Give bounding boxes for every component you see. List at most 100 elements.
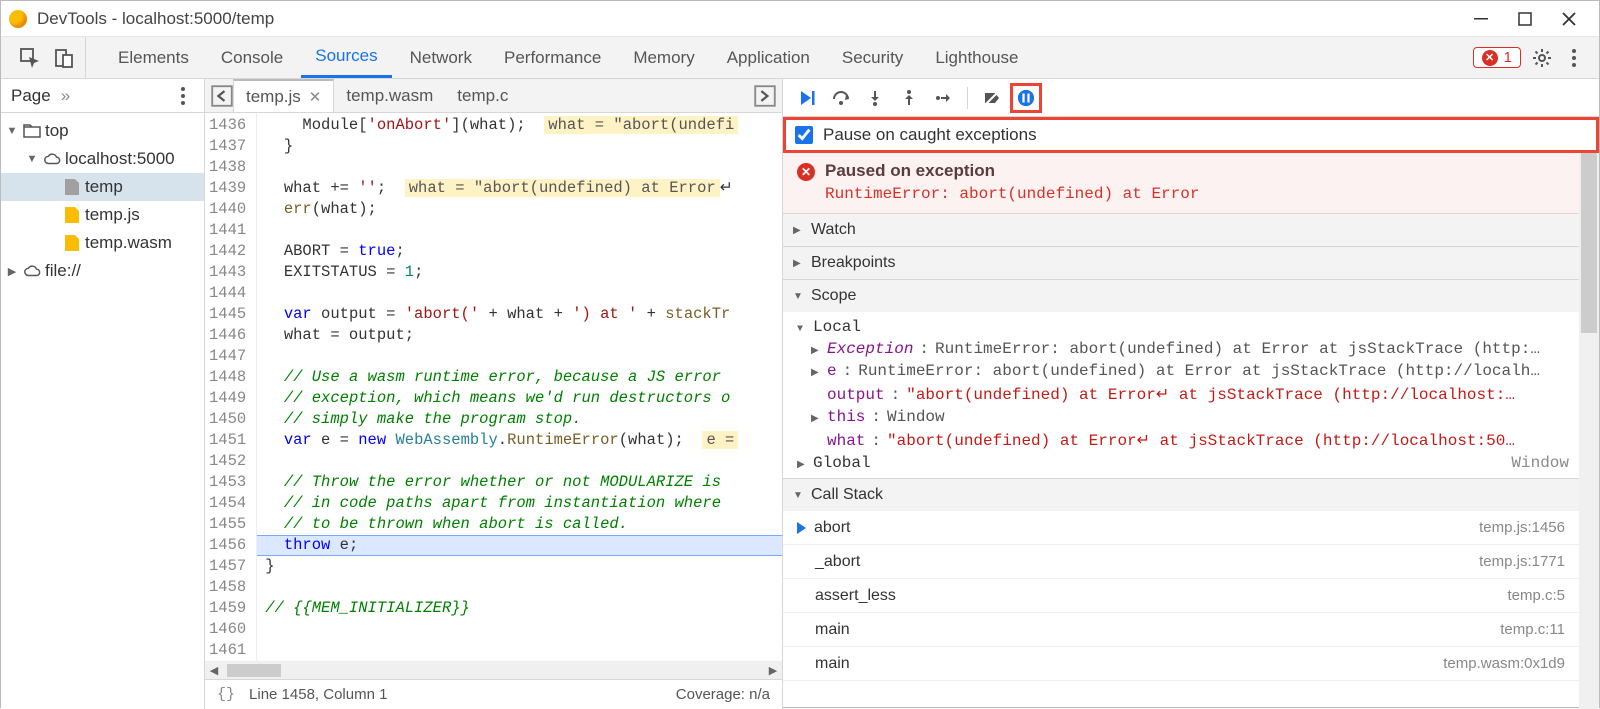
- editor-tab[interactable]: temp.wasm: [334, 79, 445, 112]
- pause-on-exceptions-button[interactable]: [1010, 83, 1042, 113]
- hscroll-thumb[interactable]: [227, 664, 281, 677]
- close-icon[interactable]: ✕: [309, 88, 322, 106]
- panel-tab-sources[interactable]: Sources: [301, 37, 391, 78]
- settings-gear-icon[interactable]: [1531, 47, 1553, 69]
- scope-global-value: Window: [1511, 454, 1569, 472]
- scope-variable-row[interactable]: ▶e: RuntimeError: abort(undefined) at Er…: [783, 360, 1579, 382]
- panel-tab-network[interactable]: Network: [396, 37, 486, 78]
- cursor-position: Line 1458, Column 1: [249, 686, 387, 703]
- navigator-more-icon[interactable]: [172, 85, 194, 107]
- panel-tab-security[interactable]: Security: [828, 37, 917, 78]
- tree-item-label: file://: [45, 261, 81, 281]
- frame-function: _abort: [815, 553, 860, 571]
- scope-global-label: Global: [813, 454, 871, 472]
- error-count-badge[interactable]: ✕ 1: [1473, 47, 1521, 68]
- watch-section[interactable]: ▶Watch: [783, 214, 1579, 247]
- inspect-element-icon[interactable]: [19, 47, 41, 69]
- resume-button[interactable]: [791, 83, 823, 113]
- callstack-frame[interactable]: maintemp.c:11: [783, 613, 1579, 647]
- panel-tab-memory[interactable]: Memory: [619, 37, 708, 78]
- editor-tab[interactable]: temp.c: [445, 79, 520, 112]
- tree-item[interactable]: ▼localhost:5000: [1, 145, 204, 173]
- callstack-frame[interactable]: _aborttemp.js:1771: [783, 545, 1579, 579]
- tree-item[interactable]: temp: [1, 173, 204, 201]
- scope-local-header[interactable]: ▼Local: [783, 316, 1579, 338]
- tree-item[interactable]: temp.wasm: [1, 229, 204, 257]
- scope-local-label: Local: [813, 318, 861, 336]
- editor-tab-label: temp.c: [457, 86, 508, 106]
- vscroll-thumb[interactable]: [1581, 153, 1597, 333]
- callstack-header[interactable]: ▼Call Stack: [783, 479, 1579, 511]
- panel-tab-application[interactable]: Application: [713, 37, 824, 78]
- panel-tab-console[interactable]: Console: [207, 37, 297, 78]
- debugger-vscrollbar[interactable]: [1579, 153, 1599, 709]
- callstack-section: ▼Call Stack aborttemp.js:1456_aborttemp.…: [783, 479, 1579, 681]
- navigator-title[interactable]: Page: [11, 86, 51, 106]
- callstack-frame[interactable]: aborttemp.js:1456: [783, 511, 1579, 545]
- tree-item[interactable]: temp.js: [1, 201, 204, 229]
- frame-location: temp.c:5: [1507, 587, 1565, 604]
- error-count: 1: [1504, 49, 1512, 66]
- window-title: DevTools - localhost:5000/temp: [37, 9, 1459, 29]
- panel-tab-performance[interactable]: Performance: [490, 37, 615, 78]
- scope-global-row[interactable]: ▶ Global Window: [783, 452, 1579, 474]
- scope-variable-row[interactable]: ▶this: Window: [783, 406, 1579, 428]
- device-toolbar-icon[interactable]: [53, 47, 75, 69]
- editor-tab-label: temp.wasm: [346, 86, 433, 106]
- paused-banner: ✕ Paused on exception RuntimeError: abor…: [783, 153, 1579, 214]
- frame-function: abort: [814, 519, 850, 537]
- code-lines[interactable]: Module['onAbort'](what); what = "abort(u…: [257, 113, 782, 661]
- step-out-button[interactable]: [893, 83, 925, 113]
- debugger-pane: Pause on caught exceptions ✕ Paused on e…: [783, 79, 1599, 709]
- step-over-button[interactable]: [825, 83, 857, 113]
- line-gutter: 1436143714381439144014411442144314441445…: [205, 113, 257, 661]
- pretty-print-icon[interactable]: {}: [217, 686, 235, 703]
- file-icon: [63, 179, 81, 195]
- scope-variable-row[interactable]: output: "abort(undefined) at Error↵ at j…: [783, 382, 1579, 406]
- window-close-button[interactable]: [1547, 5, 1591, 33]
- frame-function: main: [815, 655, 850, 673]
- frame-function: assert_less: [815, 587, 896, 605]
- step-into-button[interactable]: [859, 83, 891, 113]
- cloud-icon: [43, 152, 61, 166]
- file-icon: [63, 207, 81, 223]
- code-editor[interactable]: 1436143714381439144014411442144314441445…: [205, 113, 782, 661]
- cloud-icon: [23, 264, 41, 278]
- scroll-right-icon[interactable]: ▶: [764, 662, 782, 679]
- panel-tab-elements[interactable]: Elements: [104, 37, 203, 78]
- panel-tabs: ElementsConsoleSourcesNetworkPerformance…: [86, 37, 1033, 78]
- callstack-frame[interactable]: maintemp.wasm:0x1d9: [783, 647, 1579, 681]
- panel-tab-lighthouse[interactable]: Lighthouse: [921, 37, 1032, 78]
- pause-on-caught-checkbox[interactable]: [795, 126, 813, 144]
- tree-item[interactable]: ▼top: [1, 117, 204, 145]
- breakpoints-label: Breakpoints: [811, 254, 896, 272]
- window-minimize-button[interactable]: [1459, 5, 1503, 33]
- editor-statusbar: {} Line 1458, Column 1 Coverage: n/a: [205, 679, 782, 709]
- editor-hscrollbar[interactable]: ◀ ▶: [205, 661, 782, 679]
- paused-message: RuntimeError: abort(undefined) at Error: [825, 185, 1199, 203]
- scope-header[interactable]: ▼Scope: [783, 280, 1579, 312]
- scroll-left-icon[interactable]: ◀: [205, 662, 223, 679]
- editor-pane: temp.js✕ temp.wasm temp.c 1436143714381439…: [205, 79, 783, 709]
- window-titlebar: DevTools - localhost:5000/temp: [1, 1, 1599, 37]
- tree-item-label: temp: [85, 177, 123, 197]
- tree-item[interactable]: ▶file://: [1, 257, 204, 285]
- editor-tab[interactable]: temp.js✕: [233, 79, 334, 112]
- more-menu-icon[interactable]: [1563, 47, 1585, 69]
- pause-on-caught-row[interactable]: Pause on caught exceptions: [783, 117, 1599, 153]
- callstack-frame[interactable]: assert_less temp.c:5: [783, 579, 1579, 613]
- deactivate-breakpoints-button[interactable]: [976, 83, 1008, 113]
- editor-nav-back-icon[interactable]: [211, 85, 233, 107]
- navigator-overflow-icon[interactable]: »: [61, 86, 70, 106]
- breakpoints-section[interactable]: ▶Breakpoints: [783, 247, 1579, 280]
- scope-variable-row[interactable]: what: "abort(undefined) at Error↵ at jsS…: [783, 428, 1579, 452]
- pause-on-caught-label: Pause on caught exceptions: [823, 125, 1037, 145]
- editor-more-icon[interactable]: [754, 85, 776, 107]
- exception-stop-icon: ✕: [797, 163, 815, 181]
- window-maximize-button[interactable]: [1503, 5, 1547, 33]
- frame-location: temp.c:11: [1500, 621, 1565, 638]
- step-button[interactable]: [927, 83, 959, 113]
- scope-section: ▼Scope ▼Local ▶Exception: RuntimeError: …: [783, 280, 1579, 479]
- scope-variable-row[interactable]: ▶Exception: RuntimeError: abort(undefine…: [783, 338, 1579, 360]
- tree-item-label: temp.wasm: [85, 233, 172, 253]
